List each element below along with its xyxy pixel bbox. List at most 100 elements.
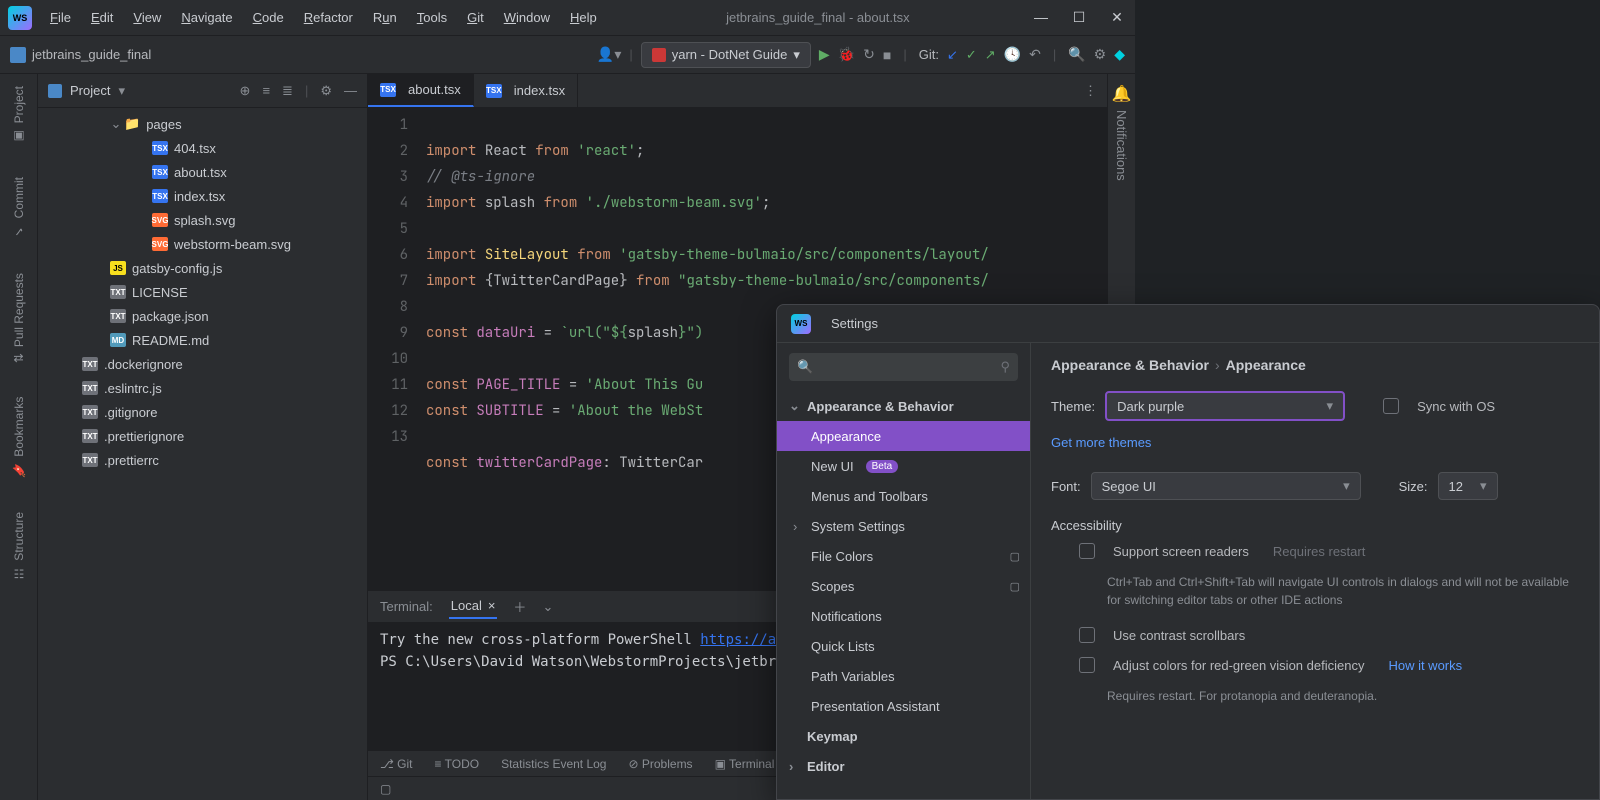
git-incoming-icon[interactable]: ↙	[947, 47, 958, 63]
bottom-problems[interactable]: ⊘ Problems	[628, 757, 692, 771]
settings-tree-item[interactable]: Presentation Assistant	[777, 691, 1030, 721]
menu-run[interactable]: Run	[365, 6, 405, 29]
history-icon[interactable]: 🕓	[1004, 46, 1021, 63]
search-icon[interactable]: 🔍	[1068, 46, 1085, 63]
menu-file[interactable]: File	[42, 6, 79, 29]
user-icon[interactable]: 👤▾	[597, 46, 621, 63]
font-dropdown[interactable]: Segoe UI▾	[1091, 472, 1361, 500]
bottom-stats[interactable]: Statistics Event Log	[501, 757, 606, 771]
locate-icon[interactable]: ⊕	[240, 83, 251, 99]
hide-panel-icon[interactable]: —	[344, 83, 357, 99]
debug-button[interactable]: 🐞	[838, 46, 855, 63]
tree-item[interactable]: JSgatsby-config.js	[38, 256, 367, 280]
settings-tree-item[interactable]: ›System Settings	[777, 511, 1030, 541]
terminal-menu-icon[interactable]: ⌄	[542, 599, 553, 615]
support-screen-readers-label: Support screen readers	[1113, 544, 1249, 559]
menu-git[interactable]: Git	[459, 6, 492, 29]
settings-titlebar[interactable]: WS Settings	[777, 305, 1599, 343]
sync-with-os-checkbox[interactable]	[1383, 398, 1399, 414]
git-push-icon[interactable]: ↗	[985, 47, 996, 63]
status-toolwin-icon[interactable]: ▢	[380, 782, 391, 796]
contrast-scrollbars-checkbox[interactable]	[1079, 627, 1095, 643]
tree-item[interactable]: TXT.gitignore	[38, 400, 367, 424]
webstorm-logo-icon: WS	[791, 314, 811, 334]
menu-code[interactable]: Code	[245, 6, 292, 29]
menu-window[interactable]: Window	[496, 6, 558, 29]
settings-tree-item[interactable]: Notifications	[777, 601, 1030, 631]
settings-tree-item[interactable]: Path Variables	[777, 661, 1030, 691]
settings-search-input[interactable]: 🔍 ⚲	[789, 353, 1018, 381]
theme-dropdown[interactable]: Dark purple▾	[1105, 391, 1345, 421]
stripe-commit[interactable]: ✓Commit	[12, 171, 26, 244]
settings-tree-item[interactable]: Keymap	[777, 721, 1030, 751]
stripe-notifications[interactable]: Notifications	[1114, 104, 1129, 187]
project-tree[interactable]: ⌄📁pagesTSX404.tsxTSXabout.tsxTSXindex.ts…	[38, 108, 367, 800]
settings-tree-item[interactable]: New UIBeta	[777, 451, 1030, 481]
tab-menu-icon[interactable]: ⋮	[1084, 83, 1097, 99]
settings-tree-item[interactable]: Appearance	[777, 421, 1030, 451]
run-button[interactable]: ▶	[819, 46, 830, 63]
tree-item[interactable]: SVGsplash.svg	[38, 208, 367, 232]
expand-all-icon[interactable]: ≡	[262, 83, 270, 99]
coverage-button[interactable]: ↻	[863, 46, 875, 63]
settings-tree-item[interactable]: Scopes▢	[777, 571, 1030, 601]
git-commit-icon[interactable]: ✓	[966, 47, 977, 63]
how-it-works-link[interactable]: How it works	[1388, 658, 1462, 673]
settings-tree-item[interactable]: Quick Lists	[777, 631, 1030, 661]
tree-item[interactable]: ⌄📁pages	[38, 112, 367, 136]
bottom-terminal[interactable]: ▣ Terminal	[715, 757, 775, 771]
tree-item[interactable]: TXT.eslintrc.js	[38, 376, 367, 400]
settings-tree[interactable]: ⌄Appearance & BehaviorAppearanceNew UIBe…	[777, 391, 1030, 799]
add-terminal-icon[interactable]: ＋	[513, 597, 526, 616]
adjust-colors-label: Adjust colors for red-green vision defic…	[1113, 658, 1364, 673]
stripe-bookmarks[interactable]: 🔖Bookmarks	[12, 391, 26, 484]
menu-help[interactable]: Help	[562, 6, 605, 29]
tree-item[interactable]: TSXindex.tsx	[38, 184, 367, 208]
filter-icon[interactable]: ⚲	[1000, 359, 1010, 375]
tree-item[interactable]: MDREADME.md	[38, 328, 367, 352]
toolbox-icon[interactable]: ◆	[1114, 46, 1125, 63]
tree-item[interactable]: TXTpackage.json	[38, 304, 367, 328]
tree-item[interactable]: TXT.prettierignore	[38, 424, 367, 448]
settings-icon[interactable]: ⚙	[1094, 46, 1107, 63]
tree-item[interactable]: TSXabout.tsx	[38, 160, 367, 184]
chevron-down-icon[interactable]: ▾	[118, 83, 125, 99]
terminal-tab-local[interactable]: Local×	[449, 594, 498, 619]
settings-tree-item[interactable]: Menus and Toolbars	[777, 481, 1030, 511]
adjust-colors-checkbox[interactable]	[1079, 657, 1095, 673]
tree-item[interactable]: TXTLICENSE	[38, 280, 367, 304]
menu-edit[interactable]: Edit	[83, 6, 121, 29]
tab-about-tsx[interactable]: TSX about.tsx	[368, 74, 474, 107]
menu-navigate[interactable]: Navigate	[173, 6, 240, 29]
stop-button[interactable]: ■	[883, 47, 891, 63]
tree-item[interactable]: TXT.dockerignore	[38, 352, 367, 376]
bottom-git[interactable]: ⎇ Git	[380, 757, 413, 771]
settings-tree-item[interactable]: File Colors▢	[777, 541, 1030, 571]
font-size-dropdown[interactable]: 12▾	[1438, 472, 1498, 500]
search-icon: 🔍	[797, 359, 813, 375]
tree-item[interactable]: TSX404.tsx	[38, 136, 367, 160]
close-button[interactable]: ✕	[1107, 9, 1127, 26]
tree-item[interactable]: TXT.prettierrc	[38, 448, 367, 472]
bell-icon[interactable]: 🔔	[1112, 84, 1132, 104]
maximize-button[interactable]: ☐	[1069, 9, 1089, 26]
run-configuration-selector[interactable]: yarn - DotNet Guide ▾	[641, 42, 811, 68]
settings-tree-item[interactable]: ›Editor	[777, 751, 1030, 781]
stripe-project[interactable]: ▣Project	[12, 80, 26, 149]
rollback-icon[interactable]: ↶	[1029, 46, 1041, 63]
stripe-structure[interactable]: ☷Structure	[12, 506, 26, 587]
menu-view[interactable]: View	[125, 6, 169, 29]
settings-gear-icon[interactable]: ⚙	[320, 83, 332, 99]
menu-refactor[interactable]: Refactor	[296, 6, 361, 29]
close-tab-icon[interactable]: ×	[488, 598, 496, 613]
get-more-themes-link[interactable]: Get more themes	[1051, 435, 1151, 450]
stripe-pull-requests[interactable]: ⇅Pull Requests	[12, 267, 26, 369]
support-screen-readers-checkbox[interactable]	[1079, 543, 1095, 559]
tab-index-tsx[interactable]: TSX index.tsx	[474, 74, 578, 107]
tree-item[interactable]: SVGwebstorm-beam.svg	[38, 232, 367, 256]
menu-tools[interactable]: Tools	[409, 6, 455, 29]
minimize-button[interactable]: —	[1031, 9, 1051, 26]
collapse-all-icon[interactable]: ≣	[282, 83, 293, 99]
settings-tree-item[interactable]: ⌄Appearance & Behavior	[777, 391, 1030, 421]
bottom-todo[interactable]: ≡ TODO	[435, 757, 480, 771]
